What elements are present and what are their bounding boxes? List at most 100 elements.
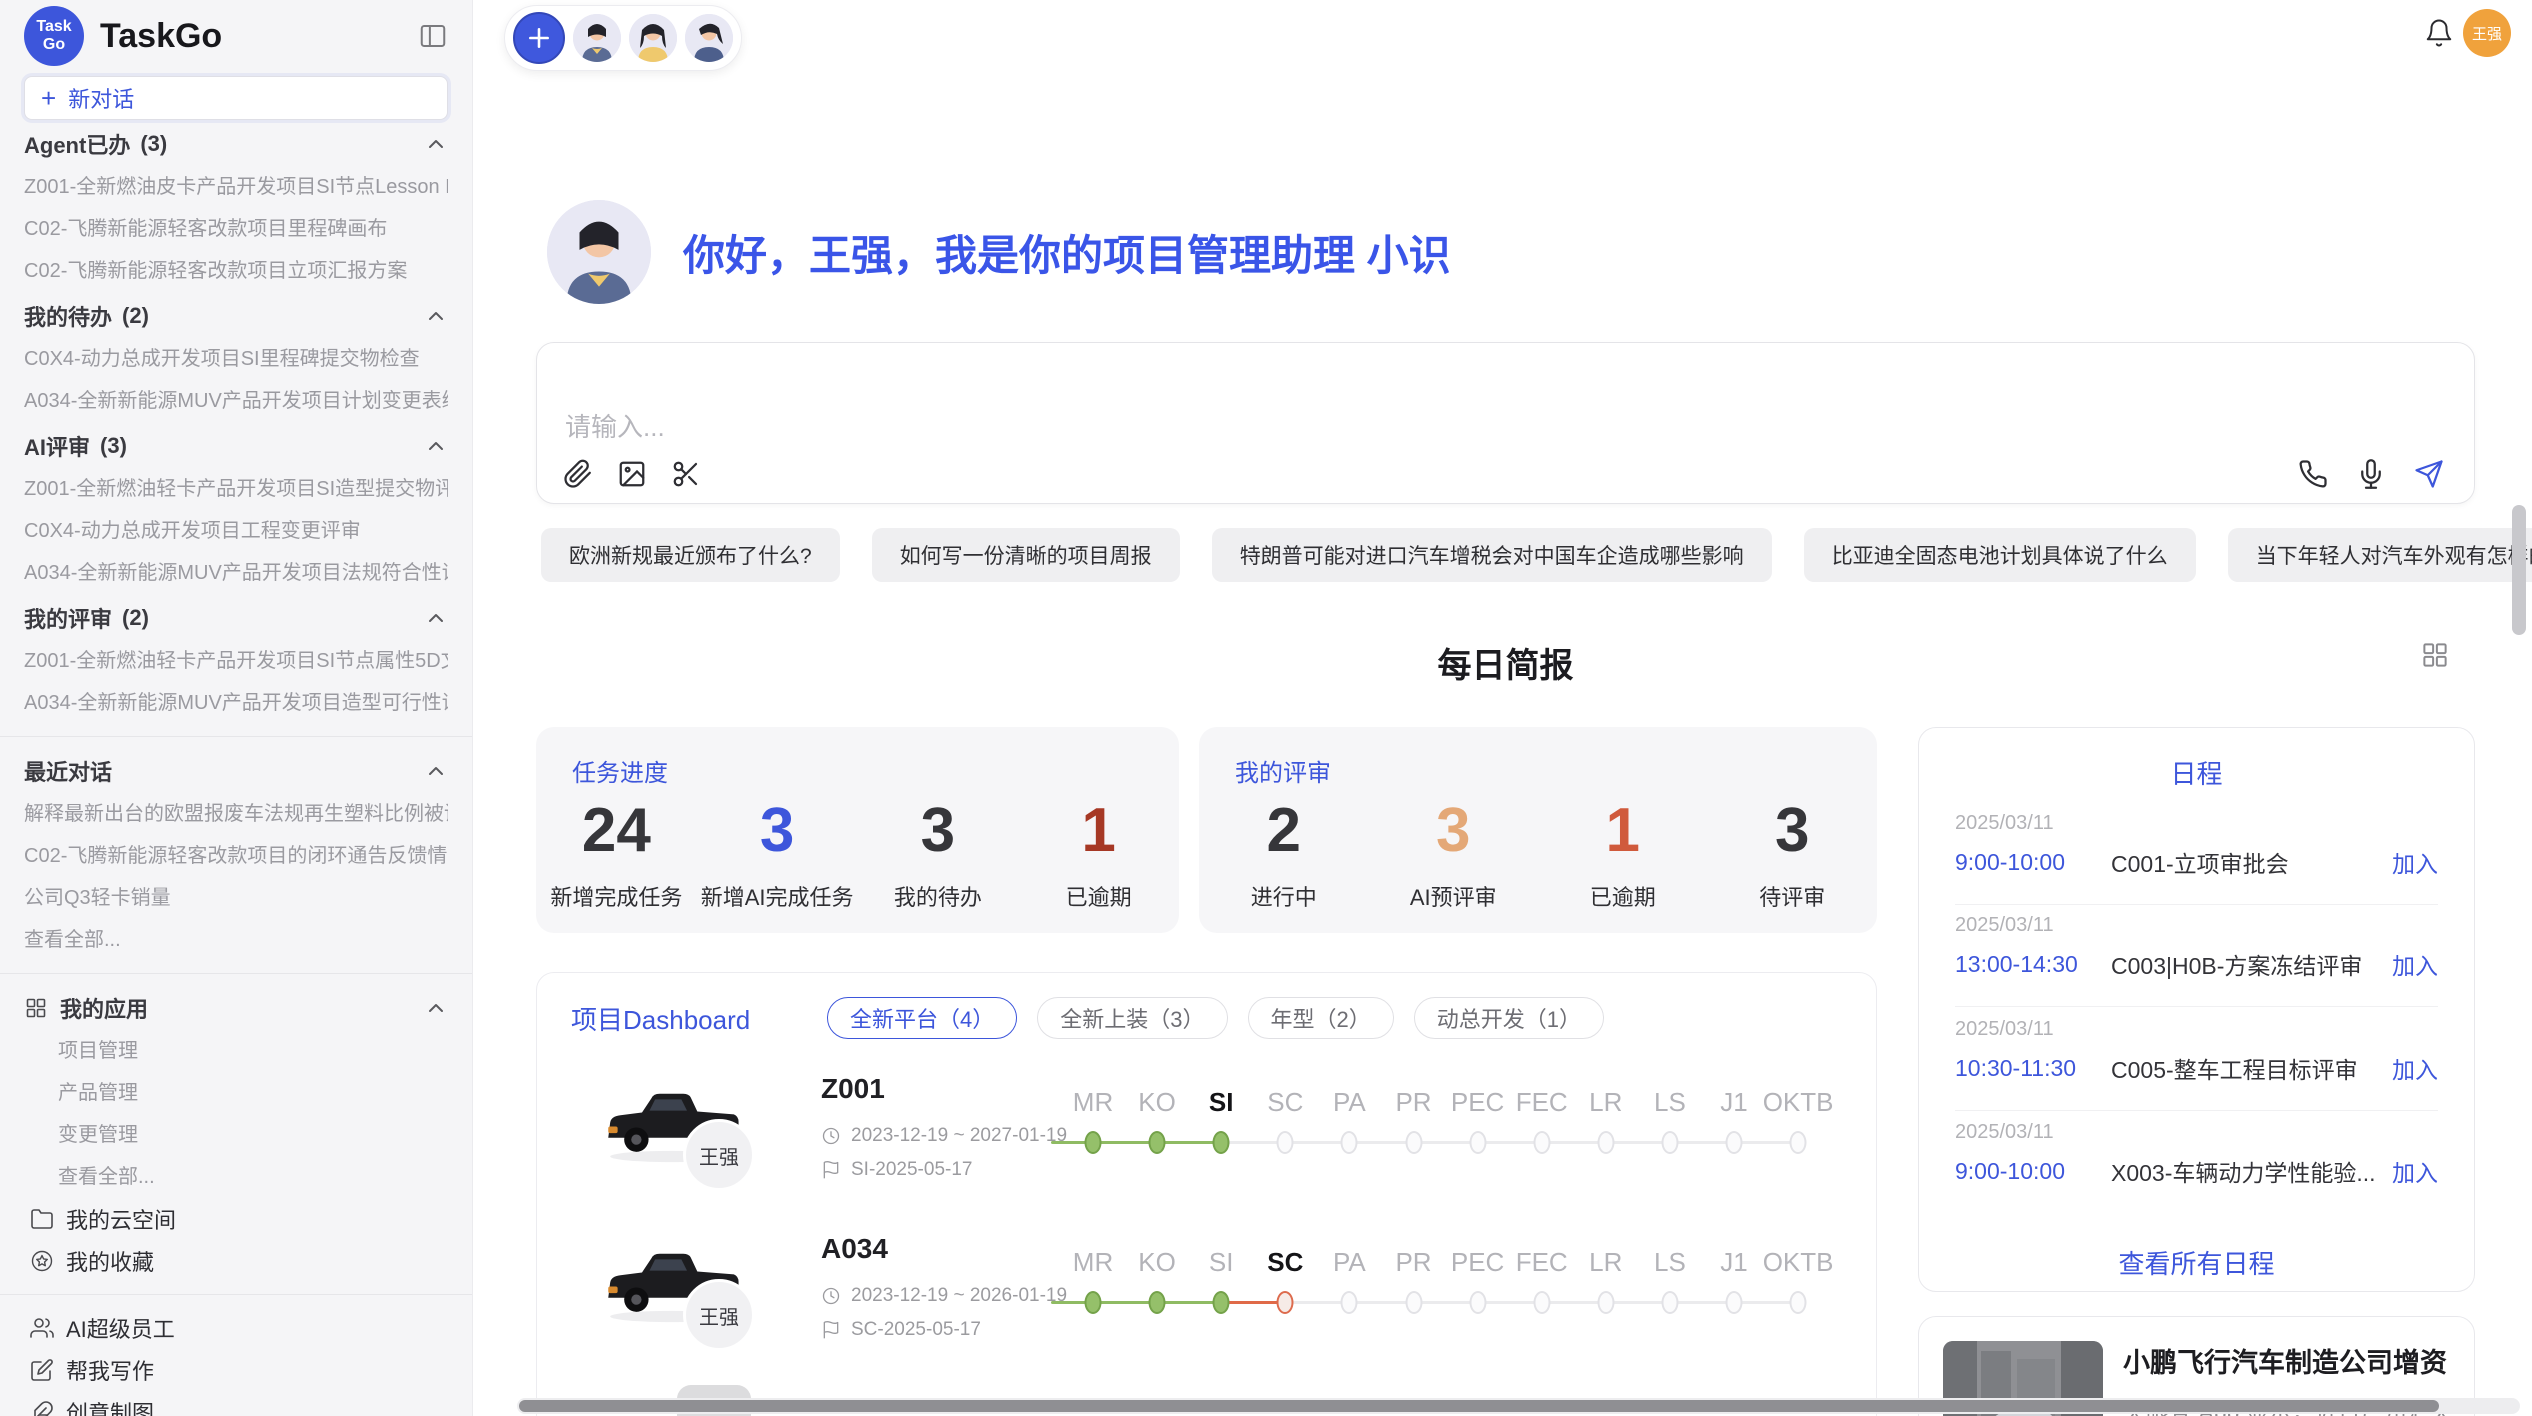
attach-file-icon[interactable] — [563, 459, 593, 489]
app-item[interactable]: 变更管理 — [24, 1114, 448, 1156]
milestone-dot[interactable] — [1405, 1291, 1422, 1314]
app-item[interactable]: 产品管理 — [24, 1072, 448, 1114]
recent-chat-item[interactable]: 公司Q3轻卡销量 — [24, 877, 448, 919]
horizontal-scrollbar[interactable] — [517, 1398, 2520, 1414]
milestone-dot[interactable] — [1213, 1131, 1230, 1154]
microphone-icon[interactable] — [2356, 459, 2386, 489]
milestone-label: PA — [1333, 1087, 1366, 1118]
milestone-dot[interactable] — [1726, 1291, 1743, 1314]
sidebar-item[interactable]: C0X4-动力总成开发项目工程变更评审 — [24, 510, 448, 552]
vertical-scrollbar-thumb[interactable] — [2512, 505, 2526, 635]
milestone-dot[interactable] — [1149, 1291, 1166, 1314]
milestone-label: MR — [1073, 1087, 1113, 1118]
sidebar-section-header: Agent已办(3) — [24, 122, 448, 166]
milestone-dot[interactable] — [1277, 1291, 1294, 1314]
milestone-dot[interactable] — [1790, 1131, 1807, 1154]
recent-chat-item[interactable]: 解释最新出台的欧盟报废车法规再生塑料比例被调至15%... — [24, 793, 448, 835]
sidebar-item[interactable]: C02-飞腾新能源轻客改款项目里程碑画布 — [24, 208, 448, 250]
user-avatar[interactable]: 王强 — [2463, 9, 2511, 57]
milestone-label: LS — [1654, 1247, 1686, 1278]
schedule-date: 2025/03/11 — [1955, 812, 2438, 835]
sidebar-item[interactable]: Z001-全新燃油轻卡产品开发项目SI造型提交物评审 — [24, 468, 448, 510]
chevron-up-icon[interactable] — [424, 434, 448, 458]
chevron-up-icon[interactable] — [424, 606, 448, 630]
milestone-dot[interactable] — [1213, 1291, 1230, 1314]
sidebar-item-folder[interactable]: 我的云空间 — [24, 1198, 448, 1240]
join-meeting-link[interactable]: 加入 — [2392, 947, 2438, 981]
chevron-up-icon[interactable] — [424, 132, 448, 156]
collapse-sidebar-icon[interactable] — [418, 21, 448, 51]
milestone-dot[interactable] — [1085, 1291, 1102, 1314]
milestone-dot[interactable] — [1469, 1291, 1486, 1314]
composer[interactable]: 请输入... — [536, 342, 2475, 504]
milestone-dot[interactable] — [1533, 1291, 1550, 1314]
schedule-time: 10:30-11:30 — [1955, 1055, 2111, 1082]
chevron-up-icon[interactable] — [424, 304, 448, 328]
milestone-dot[interactable] — [1597, 1131, 1614, 1154]
join-meeting-link[interactable]: 加入 — [2392, 1154, 2438, 1188]
sidebar-item[interactable]: Z001-全新燃油轻卡产品开发项目SI节点属性5D文件评审 — [24, 640, 448, 682]
snippet-scissors-icon[interactable] — [671, 459, 701, 489]
metric-label: 已逾期 — [1590, 880, 1656, 912]
milestone-dot[interactable] — [1341, 1291, 1358, 1314]
sidebar-item[interactable]: A034-全新新能源MUV产品开发项目法规符合性评审 — [24, 552, 448, 594]
suggestion-chip[interactable]: 如何写一份清晰的项目周报 — [872, 528, 1180, 582]
milestone-dot[interactable] — [1149, 1131, 1166, 1154]
sidebar-item[interactable]: A034-全新新能源MUV产品开发项目造型可行性评审 — [24, 682, 448, 724]
view-all-apps-link[interactable]: 查看全部... — [24, 1156, 448, 1198]
tool-label: 帮我写作 — [66, 1354, 154, 1386]
app-item[interactable]: 项目管理 — [24, 1030, 448, 1072]
join-meeting-link[interactable]: 加入 — [2392, 1051, 2438, 1085]
milestone-line — [1478, 1141, 1542, 1144]
agent-avatar-2[interactable] — [629, 14, 677, 62]
add-agent-button[interactable] — [513, 12, 565, 64]
suggestion-chip[interactable]: 当下年轻人对汽车外观有怎样的喜好趋势 — [2228, 528, 2532, 582]
sidebar-item[interactable]: Z001-全新燃油皮卡产品开发项目SI节点Lesson Learn报告 — [24, 166, 448, 208]
sidebar-item[interactable]: C02-飞腾新能源轻客改款项目立项汇报方案 — [24, 250, 448, 292]
attach-image-icon[interactable] — [617, 459, 647, 489]
notification-bell-icon[interactable] — [2424, 18, 2454, 48]
voice-call-icon[interactable] — [2298, 459, 2328, 489]
send-icon[interactable] — [2414, 459, 2444, 489]
tool-item[interactable]: 创意制图 — [24, 1391, 448, 1416]
chevron-up-icon[interactable] — [424, 759, 448, 783]
milestone-dot[interactable] — [1533, 1131, 1550, 1154]
suggestion-chip[interactable]: 欧洲新规最近颁布了什么? — [541, 528, 840, 582]
milestone-dot[interactable] — [1661, 1131, 1678, 1154]
milestone-dot[interactable] — [1726, 1131, 1743, 1154]
view-all-schedule-link[interactable]: 查看所有日程 — [1919, 1244, 2474, 1281]
layout-grid-icon[interactable] — [2420, 640, 2450, 670]
schedule-title: 日程 — [1919, 754, 2474, 791]
divider — [1955, 1006, 2438, 1007]
recent-chat-item[interactable]: C02-飞腾新能源轻客改款项目的闭环通告反馈情况 — [24, 835, 448, 877]
milestone-dot[interactable] — [1085, 1131, 1102, 1154]
dashboard-title: 项目Dashboard — [571, 1000, 827, 1037]
milestone-dot[interactable] — [1790, 1291, 1807, 1314]
horizontal-scrollbar-thumb[interactable] — [519, 1400, 2439, 1412]
agent-avatar-1[interactable] — [573, 14, 621, 62]
schedule-row: 13:00-14:30C003|H0B-方案冻结评审加入 — [1955, 947, 2438, 981]
dashboard-tab[interactable]: 动总开发（1） — [1414, 997, 1604, 1039]
agent-avatar-3[interactable] — [685, 14, 733, 62]
new-chat-button[interactable]: + 新对话 — [24, 76, 448, 120]
milestone-dot[interactable] — [1597, 1291, 1614, 1314]
milestone-dot[interactable] — [1661, 1291, 1678, 1314]
suggestion-chip[interactable]: 特朗普可能对进口汽车增税会对中国车企造成哪些影响 — [1212, 528, 1772, 582]
suggestion-chip[interactable]: 比亚迪全固态电池计划具体说了什么 — [1804, 528, 2196, 582]
join-meeting-link[interactable]: 加入 — [2392, 845, 2438, 879]
dashboard-tab[interactable]: 全新平台（4） — [827, 997, 1017, 1039]
milestone-dot[interactable] — [1469, 1131, 1486, 1154]
dashboard-tab[interactable]: 年型（2） — [1248, 997, 1394, 1039]
tool-item[interactable]: 帮我写作 — [24, 1349, 448, 1391]
schedule-meeting-title: C001-立项审批会 — [2111, 845, 2392, 879]
dashboard-tab[interactable]: 全新上装（3） — [1037, 997, 1227, 1039]
view-all-chats-link[interactable]: 查看全部... — [24, 919, 448, 961]
milestone-dot[interactable] — [1277, 1131, 1294, 1154]
milestone-dot[interactable] — [1341, 1131, 1358, 1154]
sidebar-item[interactable]: A034-全新新能源MUV产品开发项目计划变更表编写 — [24, 380, 448, 422]
milestone-dot[interactable] — [1405, 1131, 1422, 1154]
sidebar-item[interactable]: C0X4-动力总成开发项目SI里程碑提交物检查 — [24, 338, 448, 380]
chevron-up-icon[interactable] — [424, 996, 448, 1020]
sidebar-item-star[interactable]: 我的收藏 — [24, 1240, 448, 1282]
tool-item[interactable]: AI超级员工 — [24, 1307, 448, 1349]
